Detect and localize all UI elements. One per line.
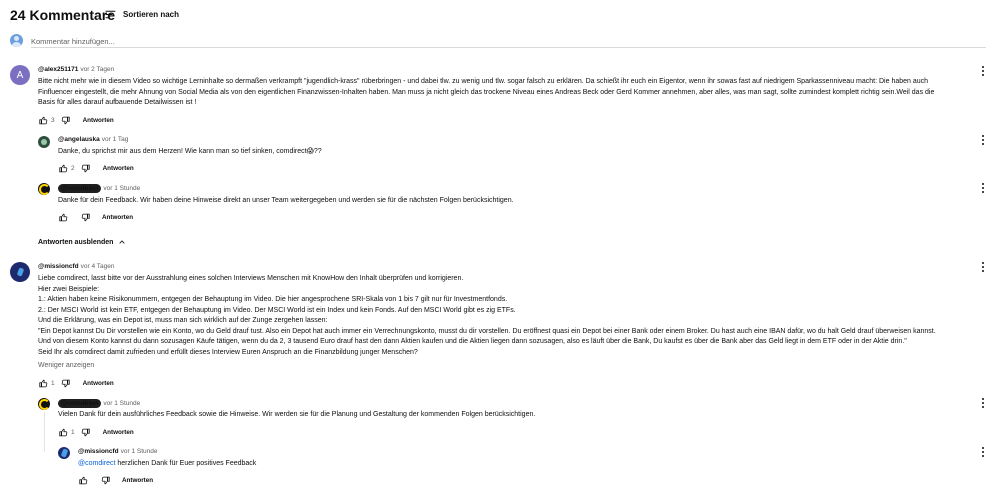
comment-time[interactable]: vor 2 Tagen [80,66,114,73]
sort-button-label: Sortieren nach [123,9,180,19]
reply-button[interactable]: Antworten [83,117,114,124]
hide-replies-toggle[interactable]: Antworten ausblenden [38,238,126,246]
comment-line: Seid Ihr als comdirect damit zufrieden u… [38,348,418,356]
more-options-button[interactable] [979,65,987,77]
comment-time[interactable]: vor 4 Tagen [81,263,115,270]
more-options-button[interactable] [979,446,987,458]
comment-time[interactable]: vor 1 Tag [102,136,129,143]
avatar[interactable] [38,136,50,148]
comment-actions: 1 Antworten [38,378,114,388]
comment-meta: @missioncfd vor 1 Stunde [78,448,158,456]
more-options-button[interactable] [979,397,987,409]
comment-time[interactable]: vor 1 Stunde [103,185,140,192]
thumb-up-icon[interactable] [38,115,48,125]
user-mention-link[interactable]: @comdirect [78,460,115,467]
hide-replies-label: Antworten ausblenden [38,238,114,246]
comment-line: Und von diesem Konto kannst du dann sozu… [38,338,907,345]
thumb-up-icon[interactable] [38,378,48,388]
author-name[interactable]: @alex251171 [38,66,78,73]
reply-button[interactable]: Antworten [103,429,134,436]
current-user-avatar [10,34,23,47]
comment-line: Finfluencer eingestellt, die mehr Ahnung… [38,88,935,96]
thumb-down-icon[interactable] [81,427,91,437]
avatar[interactable] [10,262,30,282]
comment-actions: 1 Antworten [58,427,134,437]
sort-button[interactable]: Sortieren nach [104,5,179,23]
comment-meta: @comdirect vor 1 Stunde [58,399,140,408]
comment-actions: 2 Antworten [58,163,134,173]
comment-text-body: herzlichen Dank für Euer positives Feedb… [115,460,257,467]
thread-connector [44,412,45,452]
add-comment-input[interactable] [31,35,986,48]
comment-text: Bitte nicht mehr wie in diesem Video so … [38,77,993,109]
author-name[interactable]: @angelauska [58,136,100,143]
avatar[interactable] [38,183,50,195]
thumb-down-icon[interactable] [100,475,110,485]
thumb-down-icon[interactable] [61,378,71,388]
comment-meta: @comdirect vor 1 Stunde [58,184,140,193]
comment-time[interactable]: vor 1 Stunde [103,400,140,407]
comment-meta: @missioncfd vor 4 Tagen [38,263,115,271]
thumb-up-icon[interactable] [58,163,68,173]
reply-button[interactable]: Antworten [122,477,153,484]
author-name[interactable]: @missioncfd [78,448,119,455]
avatar-letter: A [16,69,24,81]
reply-button[interactable]: Antworten [83,380,114,387]
comment-text: Liebe comdirect, lasst bitte vor der Aus… [38,274,993,358]
comment-line: Basis für alles darauf aufbauende Detail… [38,99,197,106]
comment-line: Und die Erklärung, was ein Depot ist, mu… [38,317,328,324]
comment-actions: 3 Antworten [38,115,114,125]
like-count: 2 [71,164,75,172]
thumb-down-icon[interactable] [61,115,71,125]
sort-lines-icon [105,10,116,18]
comment-time[interactable]: vor 1 Stunde [121,448,158,455]
comment-text: Vielen Dank für dein ausführliches Feedb… [58,411,536,418]
comment-meta: @alex251171 vor 2 Tagen [38,66,114,74]
reply-button[interactable]: Antworten [103,165,134,172]
avatar[interactable] [38,398,50,410]
like-count: 1 [71,428,75,436]
comment-meta: @angelauska vor 1 Tag [58,136,128,144]
comment-text: @comdirect herzlichen Dank für Euer posi… [78,459,256,470]
author-name[interactable]: @comdirect [58,184,102,193]
more-options-button[interactable] [979,182,987,194]
thumb-up-icon[interactable] [78,475,88,485]
thumb-up-icon[interactable] [58,212,68,222]
show-less-link[interactable]: Weniger anzeigen [38,362,94,369]
more-options-button[interactable] [979,261,987,273]
avatar[interactable] [58,447,70,459]
reply-button[interactable]: Antworten [102,214,133,221]
thumb-down-icon[interactable] [81,163,91,173]
add-comment-row [10,34,986,48]
comment-line: Liebe comdirect, lasst bitte vor der Aus… [38,275,464,282]
comment-actions: Antworten [58,212,133,222]
like-count: 1 [51,379,55,387]
comment-line: 1.: Aktien haben keine Risikonummern, en… [38,296,508,303]
author-name[interactable]: @comdirect [58,399,102,408]
comment-line: Bitte nicht mehr wie in diesem Video so … [38,78,929,85]
comment-actions: Antworten [78,475,153,485]
avatar[interactable]: A [10,65,30,85]
chevron-up-icon [119,240,126,244]
comments-count-title: 24 Kommentare [10,7,116,23]
comment-line: Hier zwei Beispiele: [38,285,100,293]
more-options-button[interactable] [979,134,987,146]
author-name[interactable]: @missioncfd [38,263,79,270]
thumb-up-icon[interactable] [58,427,68,437]
comment-line: 2.: Der MSCI World ist kein ETF, entgege… [38,306,516,314]
like-count: 3 [51,116,55,124]
comment-line: "Ein Depot kannst Du Dir vorstellen wie … [38,327,936,335]
comment-text: Danke für dein Feedback. Wir haben deine… [58,197,514,204]
thumb-down-icon[interactable] [80,212,90,222]
comment-text: Danke, du sprichst mir aus dem Herzen! W… [58,148,322,155]
